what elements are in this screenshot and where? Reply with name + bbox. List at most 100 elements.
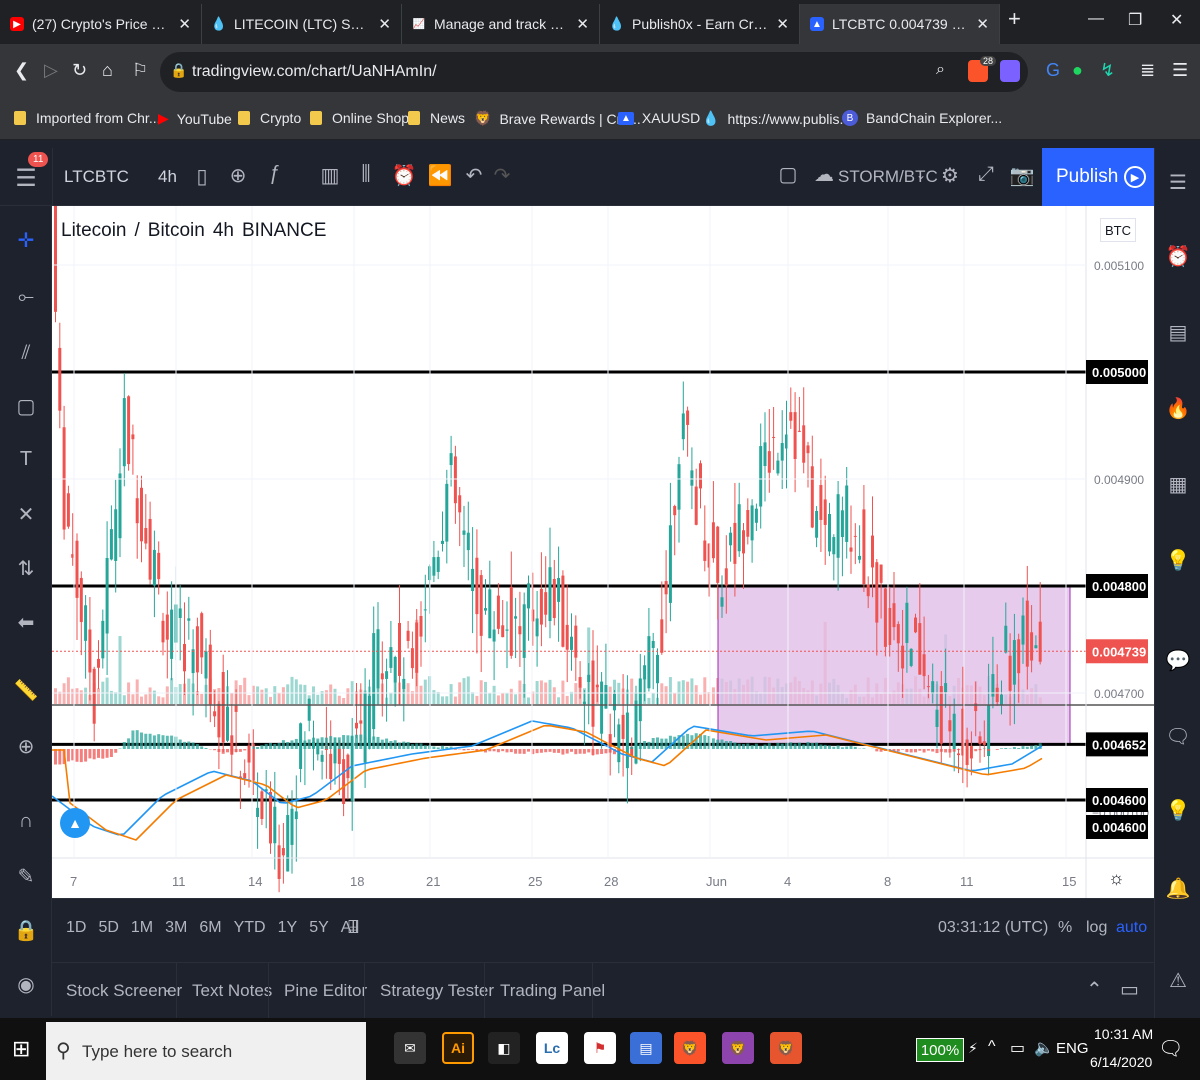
reload-icon[interactable]: ↻ — [72, 60, 87, 81]
grammarly-extension-icon[interactable]: ● — [1072, 60, 1083, 81]
watchlist-icon[interactable]: ☰ — [1160, 170, 1196, 195]
settings-sun-icon[interactable]: ☼ — [1108, 868, 1125, 889]
prediction-icon[interactable]: ⇅ — [8, 556, 44, 581]
dolby-app-icon[interactable]: ◧ — [488, 1032, 520, 1064]
camera-icon[interactable]: 📷 — [1004, 163, 1040, 188]
clock-time[interactable]: 10:31 AM — [1094, 1026, 1153, 1042]
compare-icon[interactable]: ⊕ — [220, 163, 256, 188]
zoom-in-icon[interactable]: ⊕ — [8, 734, 44, 759]
alarm-clock-icon[interactable]: ⏰ — [1160, 244, 1196, 269]
lc-app-icon[interactable]: Lc — [536, 1032, 568, 1064]
chats-icon[interactable]: 🗨 — [1160, 724, 1196, 749]
mail-app-icon[interactable]: ✉ — [394, 1032, 426, 1064]
publish-button[interactable]: Publish ▶ — [1042, 148, 1154, 206]
range-6m[interactable]: 6M — [199, 919, 221, 937]
bookmark-link[interactable]: B BandChain Explorer... — [842, 110, 1002, 126]
brave-dev-app-icon[interactable]: 🦁 — [770, 1032, 802, 1064]
log-toggle[interactable]: log — [1086, 919, 1107, 937]
help-icon[interactable]: ⚠ — [1160, 968, 1196, 993]
bookmark-link[interactable]: 🦁 Brave Rewards | Cre... — [474, 110, 641, 127]
chevron-up-icon[interactable]: ^ — [988, 1038, 996, 1056]
candles-icon[interactable]: ▯ — [184, 164, 220, 189]
rewards-icon[interactable] — [1000, 60, 1020, 82]
close-icon[interactable]: ✕ — [976, 15, 989, 33]
financials-icon[interactable]: ▥ — [312, 163, 348, 188]
menu-icon[interactable]: ☰ — [1172, 60, 1188, 81]
indicators-icon[interactable]: ƒ — [256, 162, 292, 185]
eye-icon[interactable]: ◉ — [8, 972, 44, 997]
hotlist-icon[interactable]: 🔥 — [1160, 396, 1196, 421]
close-icon[interactable]: ✕ — [776, 15, 789, 33]
collapse-icon[interactable]: ⌃ — [1086, 977, 1103, 1002]
battery-percent[interactable]: 100% — [916, 1038, 964, 1062]
notifications-icon[interactable]: 🗨 — [1158, 1036, 1183, 1061]
language-indicator[interactable]: ENG — [1056, 1040, 1089, 1057]
templates-icon[interactable]: ⫼ — [348, 163, 384, 186]
range-1d[interactable]: 1D — [66, 919, 86, 937]
bookmark-link[interactable]: ▲ XAUUSD — [618, 110, 700, 126]
chevron-down-icon[interactable]: ⌄ — [916, 168, 926, 182]
clock-date[interactable]: 6/14/2020 — [1090, 1054, 1152, 1070]
tab-trading-panel[interactable]: Trading Panel — [500, 981, 605, 1001]
illustrator-app-icon[interactable]: Ai — [442, 1032, 474, 1064]
zoom-icon[interactable]: ⌕ — [936, 61, 945, 79]
pitchfork-icon[interactable]: ⫽ — [8, 342, 44, 365]
browser-tab[interactable]: ▶ (27) Crypto's Price Prediction ✕ — [0, 4, 202, 44]
bookmark-icon[interactable]: ⚐ — [132, 60, 148, 81]
ruler-icon[interactable]: 📏 — [8, 678, 44, 703]
gear-icon[interactable]: ⚙ — [932, 163, 968, 188]
lock-icon[interactable]: 🔒 — [8, 918, 44, 943]
minimize-button[interactable]: — — [1088, 10, 1104, 28]
percent-toggle[interactable]: % — [1058, 919, 1072, 937]
close-window-button[interactable]: ✕ — [1170, 10, 1183, 30]
tab-pine-editor[interactable]: Pine Editor — [284, 981, 367, 1001]
forward-icon[interactable]: ▷ — [44, 60, 58, 81]
address-bar[interactable]: 🔒 tradingview.com/chart/UaNHAmIn/ ⌕ 28 — [160, 52, 1028, 92]
range-5d[interactable]: 5D — [98, 919, 118, 937]
battery-icon[interactable]: ▭ — [1010, 1038, 1025, 1058]
playlist-icon[interactable]: ≣ — [1140, 60, 1155, 81]
bookmark-folder[interactable]: News — [408, 110, 465, 126]
text-icon[interactable]: T — [8, 448, 44, 471]
range-3m[interactable]: 3M — [165, 919, 187, 937]
tradingview-logo-icon[interactable]: ▲ — [60, 808, 90, 838]
taskbar-search[interactable]: ⚲ Type here to search — [46, 1022, 366, 1080]
calendar-icon[interactable]: ▦ — [1160, 472, 1196, 497]
maximize-button[interactable]: ❐ — [1128, 10, 1142, 30]
range-1m[interactable]: 1M — [131, 919, 153, 937]
tab-strategy-tester[interactable]: Strategy Tester — [380, 981, 494, 1001]
windows-start-icon[interactable]: ⊞ — [12, 1036, 30, 1062]
browser-tab-active[interactable]: ▲ LTCBTC 0.004739 ▼ −0.44% S ✕ — [800, 4, 1000, 44]
sync-extension-icon[interactable]: ↯ — [1100, 60, 1115, 81]
ideas-icon[interactable]: 💡 — [1160, 548, 1196, 573]
auto-toggle[interactable]: auto — [1116, 919, 1147, 937]
lightbulb-icon[interactable]: 💡 — [1160, 798, 1196, 823]
magnet-icon[interactable]: ∩ — [8, 810, 44, 833]
volume-icon[interactable]: 🔈 — [1034, 1038, 1054, 1058]
symbol-search[interactable]: LTCBTC — [64, 167, 129, 187]
range-1y[interactable]: 1Y — [278, 919, 298, 937]
back-icon[interactable]: ❮ — [14, 60, 29, 81]
bookmark-folder[interactable]: Online Shop — [310, 110, 409, 126]
pencil-lock-icon[interactable]: ✎ — [8, 864, 44, 889]
utc-clock[interactable]: 03:31:12 (UTC) — [938, 919, 1048, 937]
data-window-icon[interactable]: ▤ — [1160, 320, 1196, 345]
bell-icon[interactable]: 🔔 — [1160, 876, 1196, 901]
currency-badge[interactable]: BTC — [1100, 218, 1136, 242]
chevron-down-icon[interactable]: ⌄ — [162, 981, 172, 995]
layout-icon[interactable]: ▢ — [770, 162, 806, 187]
bookmark-link[interactable]: ▶ YouTube — [158, 110, 232, 127]
browser-tab[interactable]: 💧 Publish0x - Earn Cryptocurren ✕ — [600, 4, 800, 44]
home-icon[interactable]: ⌂ — [102, 60, 113, 81]
play-circle-icon[interactable]: ▶ — [1124, 166, 1146, 188]
tab-text-notes[interactable]: Text Notes — [192, 981, 272, 1001]
brave-beta-app-icon[interactable]: 🦁 — [722, 1032, 754, 1064]
close-icon[interactable]: ✕ — [178, 15, 191, 33]
fullscreen-icon[interactable]: ⤢ — [968, 163, 1004, 186]
browser-tab[interactable]: 📈 Manage and track your crypto ✕ — [402, 4, 600, 44]
bookmark-folder[interactable]: Crypto — [238, 110, 301, 126]
bookmark-link[interactable]: 💧 https://www.publis... — [702, 110, 851, 127]
maximize-panel-icon[interactable]: ▭ — [1120, 977, 1139, 1002]
arrow-left-icon[interactable]: ⬅ — [8, 610, 44, 635]
browser-tab[interactable]: 💧 LITECOIN (LTC) Short Term Pr ✕ — [202, 4, 402, 44]
